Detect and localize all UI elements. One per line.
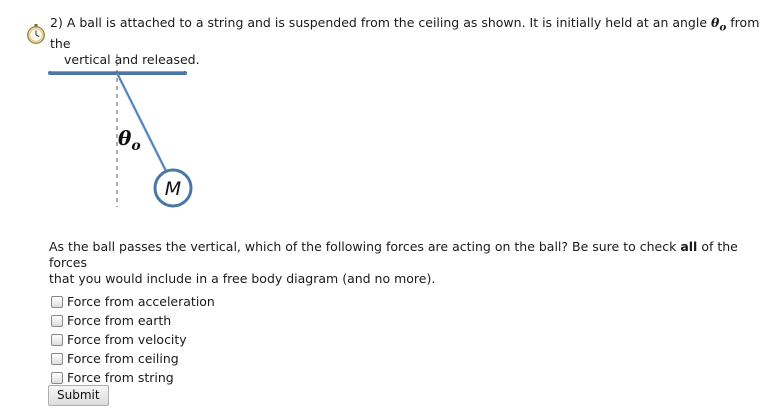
question-text-part1: A ball is attached to a string and is su… [66,15,708,30]
option-force-from-acceleration[interactable]: Force from acceleration [51,292,215,311]
option-label: Force from ceiling [67,351,179,366]
submit-button[interactable]: Submit [48,385,109,406]
pendulum-diagram: θo M [48,54,193,208]
prompt-part1: As the ball passes the vertical, which o… [49,239,677,254]
prompt-bold-word: all [680,239,698,254]
angle-label: θo [118,126,141,154]
prompt-line2: that you would include in a free body di… [49,271,436,286]
option-force-from-velocity[interactable]: Force from velocity [51,330,215,349]
options-list: Force from acceleration Force from earth… [51,292,215,387]
pendulum-string [115,72,169,174]
checkbox[interactable] [51,314,63,327]
ball-label: M [165,178,181,200]
option-force-from-ceiling[interactable]: Force from ceiling [51,349,215,368]
prompt-text: As the ball passes the vertical, which o… [49,239,749,287]
question-number: 2) [50,15,63,30]
option-label: Force from earth [67,313,172,328]
stopwatch-icon [27,24,45,44]
option-label: Force from velocity [67,332,187,347]
checkbox[interactable] [51,295,63,308]
option-label: Force from acceleration [67,294,215,309]
checkbox[interactable] [51,371,63,384]
checkbox[interactable] [51,352,63,365]
checkbox[interactable] [51,333,63,346]
theta-symbol: θo [711,15,727,34]
option-force-from-earth[interactable]: Force from earth [51,311,215,330]
